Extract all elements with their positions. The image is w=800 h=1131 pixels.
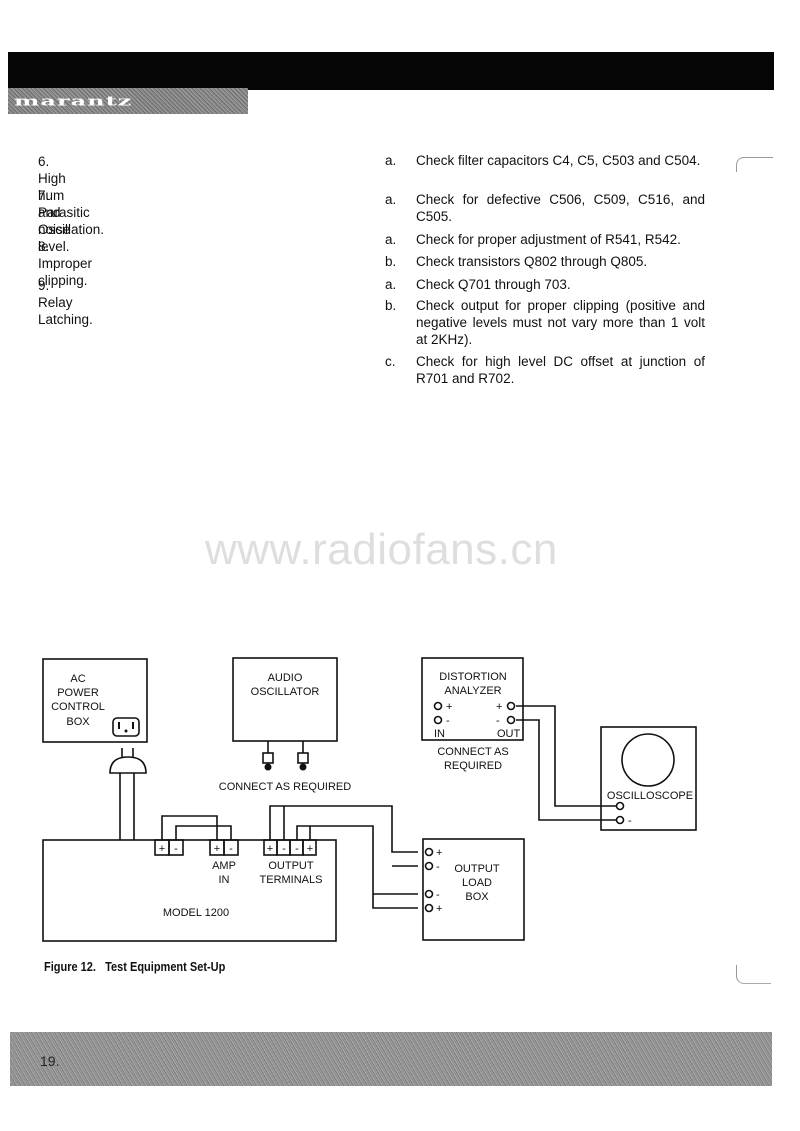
terminal-sign: + xyxy=(214,843,220,855)
load-sign: + xyxy=(436,903,442,915)
analyzer-label: DISTORTION xyxy=(439,671,506,683)
analyzer-in-label: IN xyxy=(434,728,445,740)
oscilloscope-box xyxy=(600,726,697,831)
output-terminals-label: TERMINALS xyxy=(260,874,323,886)
ac-box-label: BOX xyxy=(66,716,90,728)
ac-box-label: POWER xyxy=(57,687,99,699)
analyzer-out-minus: - xyxy=(496,715,500,727)
scope-screen xyxy=(621,733,675,787)
terminal-sign: - xyxy=(229,843,233,855)
ac-box-label: AC xyxy=(70,673,85,685)
terminal-sign: + xyxy=(159,843,165,855)
model-label: MODEL 1200 xyxy=(163,907,229,919)
amp-in-label: IN xyxy=(219,874,230,886)
connect-as-required-label: REQUIRED xyxy=(444,760,502,772)
load-box-label: LOAD xyxy=(462,877,492,889)
page-number: 19. xyxy=(40,1053,60,1069)
oscillator-label: OSCILLATOR xyxy=(251,686,320,698)
connect-as-required-label: CONNECT AS REQUIRED xyxy=(219,781,351,793)
scope-minus: - xyxy=(628,815,632,827)
oscillator-label: AUDIO xyxy=(268,672,303,684)
connect-as-required-label: CONNECT AS xyxy=(437,746,508,758)
terminal-sign: - xyxy=(282,843,286,855)
analyzer-label: ANALYZER xyxy=(444,685,501,697)
analyzer-in-minus: - xyxy=(446,715,450,727)
audio-oscillator-box xyxy=(232,657,338,742)
terminal-sign: + xyxy=(267,843,273,855)
analyzer-out-label: OUT xyxy=(497,728,521,740)
ac-box-label: CONTROL xyxy=(51,701,105,713)
footer-bar xyxy=(10,1032,772,1086)
load-sign: - xyxy=(436,889,440,901)
terminal-sign: - xyxy=(174,843,178,855)
load-box-label: BOX xyxy=(465,891,489,903)
terminal-sign: + xyxy=(307,843,313,855)
figure-caption: Figure 12. Test Equipment Set-Up xyxy=(44,960,226,974)
plug-icon xyxy=(109,756,147,774)
oscilloscope-label: OSCILLOSCOPE xyxy=(607,790,693,802)
outlet-icon xyxy=(112,717,140,737)
analyzer-out-plus: + xyxy=(496,701,502,713)
terminal-sign: - xyxy=(295,843,299,855)
output-terminals-label: OUTPUT xyxy=(268,860,314,872)
analyzer-in-plus: + xyxy=(446,701,452,713)
load-sign: + xyxy=(436,847,442,859)
amp-in-label: AMP xyxy=(212,860,236,872)
load-box-label: OUTPUT xyxy=(454,863,500,875)
load-sign: - xyxy=(436,861,440,873)
